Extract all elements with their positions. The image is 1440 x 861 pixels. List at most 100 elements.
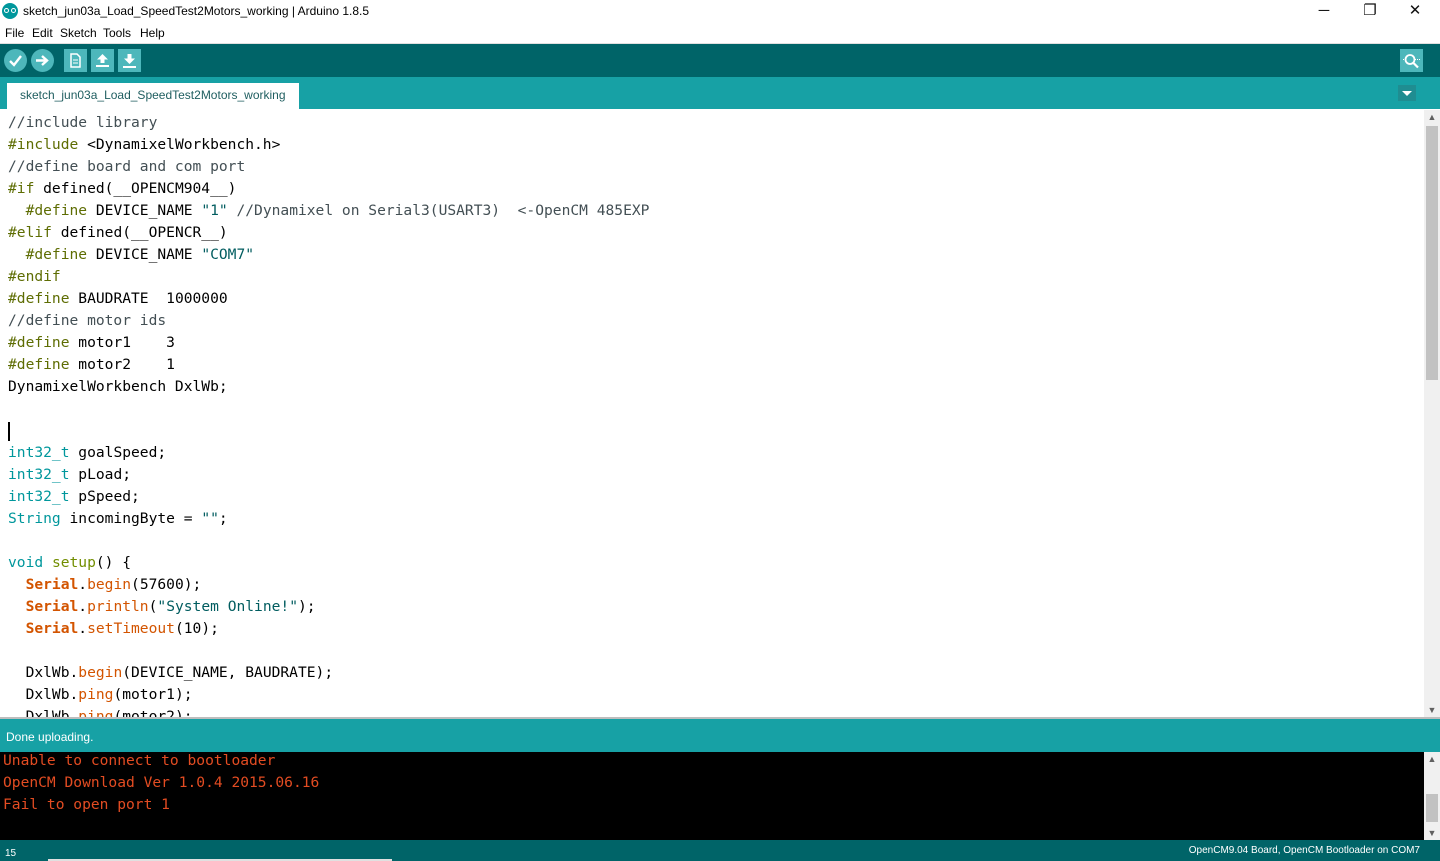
code-line[interactable]: //define motor ids bbox=[8, 310, 649, 332]
code-token: DEVICE_NAME bbox=[87, 202, 202, 219]
code-token: DxlWb. bbox=[8, 708, 79, 717]
menu-edit[interactable]: Edit bbox=[32, 26, 53, 40]
code-line[interactable]: DynamixelWorkbench DxlWb; bbox=[8, 376, 649, 398]
code-token: println bbox=[87, 598, 149, 615]
code-token: motor2 1 bbox=[69, 356, 175, 373]
open-button[interactable] bbox=[91, 49, 114, 72]
code-text[interactable]: //include library #include <DynamixelWork… bbox=[8, 112, 649, 717]
upload-button[interactable] bbox=[31, 49, 54, 72]
code-token: int32_t bbox=[8, 488, 70, 505]
code-token: "" bbox=[201, 510, 219, 527]
code-line[interactable]: DxlWb.ping(motor2); bbox=[8, 706, 649, 717]
console-output[interactable]: Unable to connect to bootloader OpenCM D… bbox=[0, 752, 1424, 840]
code-line[interactable]: #define DEVICE_NAME "1" //Dynamixel on S… bbox=[8, 200, 650, 222]
code-token: defined(__OPENCR__) bbox=[51, 224, 228, 241]
menu-bar: File Edit Sketch Tools Help bbox=[0, 24, 1440, 44]
console-scroll-thumb[interactable] bbox=[1426, 794, 1438, 822]
code-token: #define bbox=[25, 246, 88, 263]
scroll-up-icon[interactable]: ▲ bbox=[1424, 752, 1440, 766]
editor-scroll-thumb[interactable] bbox=[1426, 126, 1438, 380]
scroll-up-icon[interactable]: ▲ bbox=[1424, 110, 1440, 124]
verify-button[interactable] bbox=[4, 49, 27, 72]
code-token: . bbox=[78, 598, 88, 615]
save-button[interactable] bbox=[118, 49, 141, 72]
menu-file[interactable]: File bbox=[5, 26, 24, 40]
close-button[interactable]: ✕ bbox=[1392, 0, 1438, 24]
code-line[interactable]: DxlWb.begin(DEVICE_NAME, BAUDRATE); bbox=[8, 662, 649, 684]
code-token: pSpeed; bbox=[69, 488, 140, 505]
verify-icon bbox=[9, 55, 22, 67]
code-token: #if bbox=[8, 180, 35, 197]
code-line[interactable]: #define motor2 1 bbox=[8, 354, 649, 376]
code-token: ); bbox=[298, 598, 316, 615]
code-line[interactable]: Serial.println("System Online!"); bbox=[8, 596, 649, 618]
window-title: sketch_jun03a_Load_SpeedTest2Motors_work… bbox=[23, 4, 370, 18]
restore-button[interactable]: ❐ bbox=[1347, 0, 1393, 24]
code-line[interactable] bbox=[8, 398, 649, 420]
code-line[interactable]: Serial.begin(57600); bbox=[8, 574, 649, 596]
code-token: (motor1); bbox=[113, 686, 193, 703]
save-icon bbox=[123, 54, 136, 68]
console-scrollbar[interactable]: ▲ ▼ bbox=[1424, 752, 1440, 840]
line-number: 15 bbox=[5, 848, 17, 859]
code-token: void bbox=[8, 554, 44, 571]
code-token: //Dynamixel on Serial3(USART3) <-OpenCM … bbox=[236, 202, 650, 219]
new-icon bbox=[70, 53, 81, 68]
code-line[interactable]: #define motor1 3 bbox=[8, 332, 649, 354]
code-token: "System Online!" bbox=[157, 598, 298, 615]
menu-help[interactable]: Help bbox=[140, 26, 165, 40]
code-line[interactable]: int32_t pLoad; bbox=[8, 464, 649, 486]
code-line[interactable]: Serial.setTimeout(10); bbox=[8, 618, 649, 640]
code-token: DynamixelWorkbench DxlWb; bbox=[8, 378, 228, 395]
code-line[interactable]: #endif bbox=[8, 266, 649, 288]
code-line[interactable]: int32_t pSpeed; bbox=[8, 486, 649, 508]
toolbar bbox=[0, 44, 1440, 77]
editor-scrollbar[interactable]: ▲ ▼ bbox=[1424, 110, 1440, 717]
menu-tools[interactable]: Tools bbox=[103, 26, 131, 40]
code-line[interactable]: //define board and com port bbox=[8, 156, 649, 178]
code-line[interactable]: void setup() { bbox=[8, 552, 649, 574]
code-token: setup bbox=[51, 554, 96, 571]
tab-menu-button[interactable] bbox=[1398, 85, 1416, 101]
code-line[interactable] bbox=[8, 420, 649, 442]
code-line[interactable] bbox=[8, 530, 649, 552]
footer-bar: 15 OpenCM9.04 Board, OpenCM Bootloader o… bbox=[0, 840, 1440, 861]
code-line[interactable] bbox=[8, 640, 649, 662]
code-line[interactable]: #elif defined(__OPENCR__) bbox=[8, 222, 649, 244]
code-line[interactable]: #include <DynamixelWorkbench.h> bbox=[8, 134, 649, 156]
code-token: incomingByte = bbox=[60, 510, 202, 527]
scroll-down-icon[interactable]: ▼ bbox=[1424, 703, 1440, 717]
code-line[interactable]: int32_t goalSpeed; bbox=[8, 442, 649, 464]
new-button[interactable] bbox=[64, 49, 87, 72]
code-token: () { bbox=[95, 554, 132, 571]
code-line[interactable]: #define DEVICE_NAME "COM7" bbox=[8, 244, 649, 266]
scroll-down-icon[interactable]: ▼ bbox=[1424, 826, 1440, 840]
code-line[interactable]: #define BAUDRATE 1000000 bbox=[8, 288, 649, 310]
menu-sketch[interactable]: Sketch bbox=[60, 26, 97, 40]
code-token: BAUDRATE 1000000 bbox=[69, 290, 228, 307]
tab-sketch[interactable]: sketch_jun03a_Load_SpeedTest2Motors_work… bbox=[7, 83, 299, 109]
code-line[interactable]: //include library bbox=[8, 112, 649, 134]
code-token: Serial bbox=[25, 576, 79, 593]
code-token: pLoad; bbox=[69, 466, 132, 483]
code-editor[interactable]: //include library #include <DynamixelWork… bbox=[0, 110, 1424, 717]
code-token: #define bbox=[8, 290, 70, 307]
code-token: DEVICE_NAME bbox=[87, 246, 202, 263]
minimize-button[interactable]: ─ bbox=[1301, 0, 1347, 24]
console-line: Unable to connect to bootloader bbox=[3, 752, 276, 769]
code-token: String bbox=[8, 510, 61, 527]
code-line[interactable]: String incomingByte = ""; bbox=[8, 508, 649, 530]
code-token: DxlWb. bbox=[8, 664, 79, 681]
code-token: #endif bbox=[8, 268, 61, 285]
console-line: OpenCM Download Ver 1.0.4 2015.06.16 bbox=[3, 774, 320, 791]
code-token: "COM7" bbox=[201, 246, 255, 263]
upload-icon bbox=[36, 55, 49, 66]
code-token: Serial bbox=[25, 620, 79, 637]
code-line[interactable]: DxlWb.ping(motor1); bbox=[8, 684, 649, 706]
code-token: //define board and com port bbox=[8, 158, 246, 175]
serial-monitor-button[interactable] bbox=[1400, 49, 1423, 72]
code-line[interactable]: #if defined(__OPENCM904__) bbox=[8, 178, 649, 200]
